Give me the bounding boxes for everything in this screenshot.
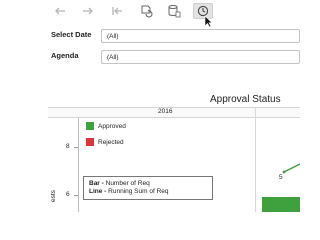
- data-point-label: 5: [279, 174, 283, 181]
- approved-bar[interactable]: [262, 197, 300, 212]
- running-sum-line: [282, 163, 300, 174]
